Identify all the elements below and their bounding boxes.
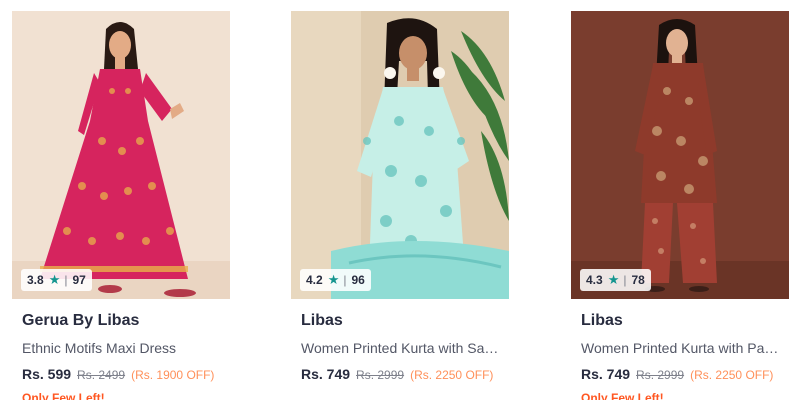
product-name[interactable]: Women Printed Kurta with Pal…	[581, 340, 779, 356]
rating-badge: 3.8 ★ | 97	[21, 269, 92, 291]
star-icon: ★	[48, 272, 61, 287]
product-name[interactable]: Ethnic Motifs Maxi Dress	[22, 340, 220, 356]
rating-separator: |	[623, 273, 627, 287]
rating-value: 4.3	[586, 273, 603, 287]
product-image[interactable]: 4.3 ★ | 78	[571, 11, 789, 299]
product-discount: (Rs. 2250 OFF)	[410, 368, 494, 382]
rating-count: 97	[72, 273, 86, 287]
product-info: Libas Women Printed Kurta with Pal… Rs. …	[571, 312, 789, 400]
rating-separator: |	[343, 273, 347, 287]
product-discount: (Rs. 2250 OFF)	[690, 368, 774, 382]
product-image[interactable]: 3.8 ★ | 97	[12, 11, 230, 299]
rating-badge: 4.3 ★ | 78	[580, 269, 651, 291]
product-card[interactable]: 4.3 ★ | 78 Libas Women Printed Kurta wit…	[571, 11, 789, 400]
product-brand[interactable]: Libas	[581, 312, 779, 330]
product-price: Rs. 599	[22, 366, 72, 382]
product-mrp: Rs. 2999	[356, 368, 405, 382]
rating-count: 96	[351, 273, 365, 287]
product-photo-kurta-palazzo	[571, 11, 789, 299]
product-mrp: Rs. 2999	[636, 368, 685, 382]
product-info: Gerua By Libas Ethnic Motifs Maxi Dress …	[12, 312, 230, 400]
rating-badge: 4.2 ★ | 96	[300, 269, 371, 291]
star-icon: ★	[607, 272, 620, 287]
product-name[interactable]: Women Printed Kurta with Sal…	[301, 340, 499, 356]
product-photo-kurta-salwar	[291, 11, 509, 299]
product-discount: (Rs. 1900 OFF)	[131, 368, 215, 382]
product-card[interactable]: 4.2 ★ | 96 Libas Women Printed Kurta wit…	[291, 11, 509, 396]
stock-status: Only Few Left!	[581, 391, 664, 400]
rating-separator: |	[64, 273, 68, 287]
rating-count: 78	[631, 273, 645, 287]
product-image[interactable]: 4.2 ★ | 96	[291, 11, 509, 299]
product-brand[interactable]: Libas	[301, 312, 499, 330]
product-brand[interactable]: Gerua By Libas	[22, 312, 220, 330]
star-icon: ★	[327, 272, 340, 287]
product-mrp: Rs. 2499	[77, 368, 126, 382]
product-photo-dress	[12, 11, 230, 299]
rating-value: 3.8	[27, 273, 44, 287]
price-row: Rs. 749 Rs. 2999 (Rs. 2250 OFF)	[301, 366, 499, 382]
rating-value: 4.2	[306, 273, 323, 287]
product-price: Rs. 749	[301, 366, 351, 382]
product-card[interactable]: 3.8 ★ | 97 Gerua By Libas Ethnic Motifs …	[12, 11, 230, 400]
product-price: Rs. 749	[581, 366, 631, 382]
price-row: Rs. 599 Rs. 2499 (Rs. 1900 OFF)	[22, 366, 220, 382]
stock-status: Only Few Left!	[22, 391, 105, 400]
product-info: Libas Women Printed Kurta with Sal… Rs. …	[291, 312, 509, 382]
price-row: Rs. 749 Rs. 2999 (Rs. 2250 OFF)	[581, 366, 779, 382]
